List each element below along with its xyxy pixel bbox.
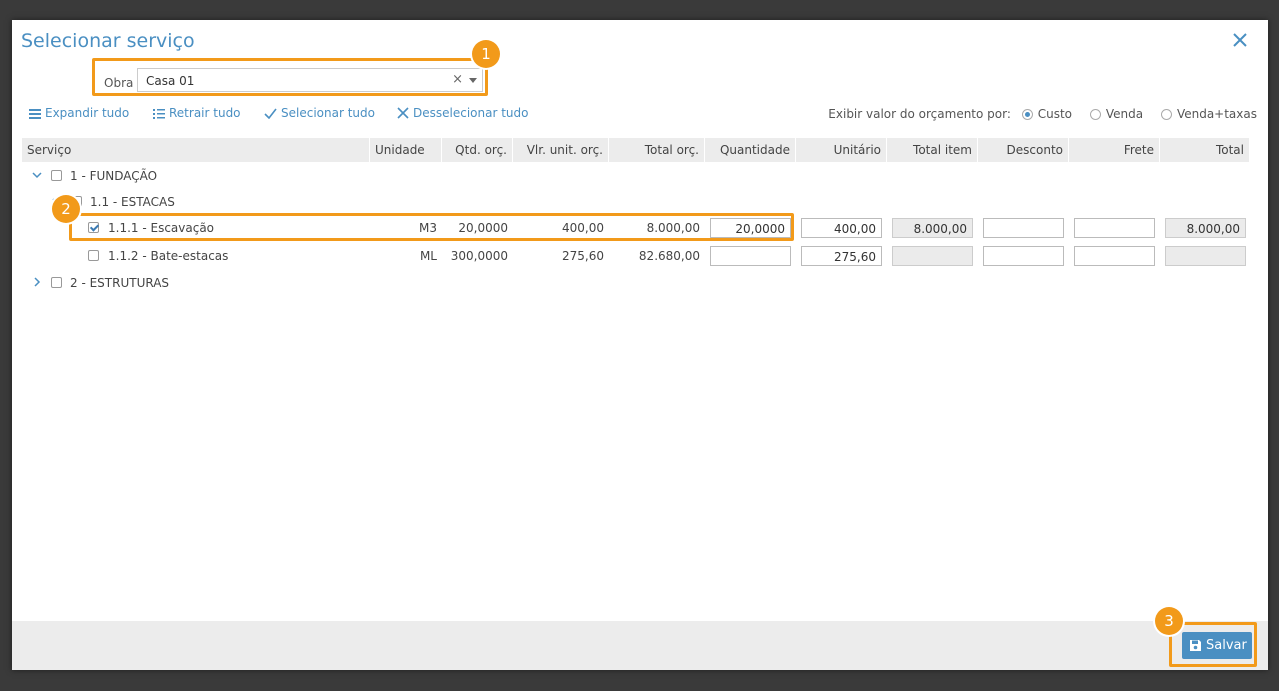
row-label: 1.1.1 - Escavação: [108, 221, 215, 235]
col-frete[interactable]: Frete: [1069, 138, 1160, 162]
budget-view-options: Exibir valor do orçamento por: Custo Ven…: [828, 107, 1257, 121]
col-vlr-unit-orc[interactable]: Vlr. unit. orç.: [513, 138, 609, 162]
quantidade-input[interactable]: 20,0000: [710, 218, 791, 238]
cell-total-orc: 82.680,00: [638, 249, 700, 263]
close-icon[interactable]: [1230, 30, 1250, 50]
floppy-disk-icon: [1190, 640, 1201, 651]
row-checkbox[interactable]: [88, 250, 99, 261]
col-desconto[interactable]: Desconto: [978, 138, 1069, 162]
collapse-all-button[interactable]: Retrair tudo: [153, 106, 241, 120]
tree-row: 1 - FUNDAÇÃO: [22, 164, 1250, 188]
clear-icon[interactable]: ×: [452, 72, 463, 87]
row-checkbox[interactable]: [88, 222, 99, 233]
list-icon: [153, 109, 165, 119]
col-unitario[interactable]: Unitário: [796, 138, 887, 162]
cell-vlr-unit-orc: 400,00: [562, 221, 604, 235]
cell-qtd-orc: 300,0000: [450, 249, 508, 263]
quantidade-input[interactable]: [710, 246, 791, 266]
radio-custo[interactable]: [1021, 109, 1033, 120]
tree-row: 1.1 - ESTACAS: [22, 190, 1250, 214]
obra-value: Casa 01: [146, 74, 195, 88]
close-icon: [397, 107, 409, 119]
budget-view-label: Exibir valor do orçamento por:: [828, 107, 1011, 121]
expand-all-button[interactable]: Expandir tudo: [29, 106, 129, 120]
row-label: 2 - ESTRUTURAS: [70, 276, 170, 290]
chevron-down-icon[interactable]: [32, 170, 42, 180]
desconto-input[interactable]: [983, 246, 1064, 266]
cell-unidade: M3: [419, 221, 437, 235]
table-header: Serviço Unidade Qtd. orç. Vlr. unit. orç…: [22, 138, 1250, 162]
cell-total-orc: 8.000,00: [646, 221, 700, 235]
table-row: 1.1.1 - Escavação M3 20,0000 400,00 8.00…: [22, 216, 1250, 240]
total-item-field: 8.000,00: [892, 218, 973, 238]
radio-venda-taxas-label: Venda+taxas: [1176, 107, 1257, 121]
list-icon: [29, 109, 41, 119]
total-field: 8.000,00: [1165, 218, 1246, 238]
desconto-input[interactable]: [983, 218, 1064, 238]
expand-all-label: Expandir tudo: [45, 106, 130, 120]
row-label: 1 - FUNDAÇÃO: [70, 169, 158, 183]
unitario-input[interactable]: 400,00: [801, 218, 882, 238]
table-row: 1.1.2 - Bate-estacas ML 300,0000 275,60 …: [22, 244, 1250, 268]
col-servico[interactable]: Serviço: [22, 138, 370, 162]
step-badge-2: 2: [52, 195, 80, 223]
chevron-down-icon[interactable]: [469, 78, 477, 83]
frete-input[interactable]: [1074, 246, 1155, 266]
total-field: [1165, 246, 1246, 266]
obra-select[interactable]: Casa 01 ×: [137, 68, 483, 92]
select-service-dialog: Selecionar serviço Obra Casa 01 × 1 Expa…: [12, 20, 1268, 670]
select-all-button[interactable]: Selecionar tudo: [264, 106, 375, 120]
unitario-input[interactable]: 275,60: [801, 246, 882, 266]
row-label: 1.1.2 - Bate-estacas: [108, 249, 229, 263]
deselect-all-button[interactable]: Desselecionar tudo: [397, 106, 528, 120]
dialog-title: Selecionar serviço: [21, 30, 195, 52]
radio-custo-label: Custo: [1037, 107, 1073, 121]
row-checkbox[interactable]: [51, 170, 62, 181]
col-qtd-orc[interactable]: Qtd. orç.: [442, 138, 513, 162]
cell-qtd-orc: 20,0000: [458, 221, 508, 235]
col-unidade[interactable]: Unidade: [370, 138, 442, 162]
radio-venda-label: Venda: [1105, 107, 1144, 121]
col-quantidade[interactable]: Quantidade: [705, 138, 796, 162]
total-item-field: [892, 246, 973, 266]
collapse-all-label: Retrair tudo: [169, 106, 241, 120]
step-badge-1: 1: [472, 40, 500, 68]
radio-venda-taxas[interactable]: [1160, 109, 1172, 120]
radio-venda[interactable]: [1089, 109, 1101, 120]
col-total-item[interactable]: Total item: [887, 138, 978, 162]
check-icon: [264, 108, 277, 120]
obra-highlight: Obra Casa 01 ×: [92, 58, 488, 96]
row-checkbox[interactable]: [51, 277, 62, 288]
frete-input[interactable]: [1074, 218, 1155, 238]
chevron-right-icon[interactable]: [32, 277, 42, 287]
cell-unidade: ML: [419, 249, 437, 263]
save-button[interactable]: Salvar: [1182, 632, 1252, 659]
obra-label: Obra: [104, 76, 134, 90]
dialog-footer: [12, 621, 1268, 670]
step-badge-3: 3: [1155, 607, 1183, 635]
deselect-all-label: Desselecionar tudo: [413, 106, 529, 120]
cell-vlr-unit-orc: 275,60: [562, 249, 604, 263]
col-total[interactable]: Total: [1160, 138, 1250, 162]
tree-row: 2 - ESTRUTURAS: [22, 271, 1250, 295]
select-all-label: Selecionar tudo: [281, 106, 375, 120]
row-label: 1.1 - ESTACAS: [90, 195, 175, 209]
col-total-orc[interactable]: Total orç.: [609, 138, 705, 162]
save-label: Salvar: [1206, 638, 1247, 653]
